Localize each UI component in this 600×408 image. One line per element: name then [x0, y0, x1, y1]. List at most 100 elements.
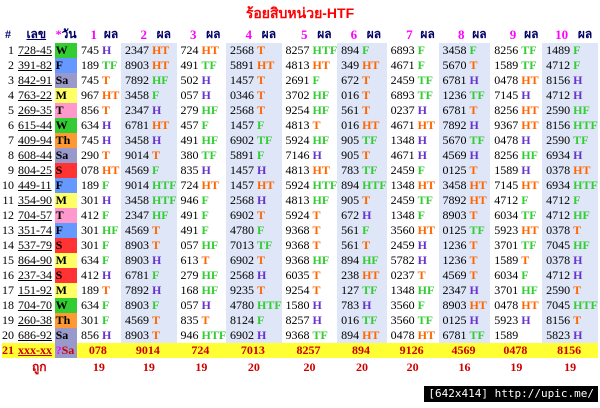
result-hit-code: HF [200, 133, 227, 148]
summary-value: 078 [76, 343, 122, 358]
result-hit-code: TF [361, 163, 387, 178]
result-hit-code: T [256, 43, 282, 58]
result-hit-code: HTF [311, 178, 338, 193]
result-hit-code: H [256, 163, 282, 178]
summary-value: 4569 [438, 343, 491, 358]
result-hit-code: TF [361, 313, 387, 328]
result-hit-code: T [468, 58, 491, 73]
result-hit-code: H [200, 73, 227, 88]
result-hit-code: H [520, 163, 543, 178]
result-hit-code: F [101, 313, 122, 328]
result-number: 613 [176, 253, 201, 268]
row-index: 18 [2, 298, 14, 312]
result-hit-code: HT [256, 178, 282, 193]
result-number: 9368 [281, 223, 312, 238]
result-number: 3458 [438, 43, 469, 58]
result-hit-code: T [311, 208, 338, 223]
result-number: 6934 [542, 178, 573, 193]
result-number: 127 [337, 283, 362, 298]
result-number: 016 [337, 313, 362, 328]
result-hit-code: HT [361, 328, 387, 343]
row-lek: 260-38 [18, 313, 52, 327]
result-number: 946 [176, 193, 201, 208]
result-number: 3560 [386, 313, 417, 328]
result-hit-code: HT [416, 223, 439, 238]
result-number: 4712 [542, 58, 573, 73]
row-index: 8 [8, 148, 14, 162]
table-row: 13 351-74 F 301 HF 4569 T 491 F 4780 F 9368 T 561 F 356… [2, 223, 598, 238]
result-hit-code: H [101, 268, 122, 283]
result-number: 6893 [386, 43, 417, 58]
result-number: 7013 [226, 238, 257, 253]
result-number: 7892 [121, 283, 151, 298]
result-number: 745 [76, 43, 102, 58]
result-hit-code: TF [311, 328, 338, 343]
result-number: 0237 [386, 268, 417, 283]
result-hit-code: H [200, 163, 227, 178]
summary-value: 7013 [226, 343, 282, 358]
result-number: 1589 [490, 328, 521, 343]
row-index: 6 [8, 118, 14, 132]
result-hit-code: HTF [311, 43, 338, 58]
result-hit-code: TF [468, 328, 491, 343]
result-number: 6902 [226, 253, 257, 268]
result-hit-code: HT [520, 223, 543, 238]
result-hit-code: TF [520, 238, 543, 253]
result-number: 9014 [121, 148, 151, 163]
upload-watermark: [642x414] http://upic.me/ [424, 386, 598, 402]
result-number: 7892 [121, 73, 151, 88]
summary-value: 724 [176, 343, 227, 358]
result-number: 5923 [490, 313, 521, 328]
result-number: 634 [76, 253, 102, 268]
result-hit-code: H [256, 268, 282, 283]
result-hit-code: T [361, 73, 387, 88]
row-index: 16 [2, 268, 14, 282]
row-lek: 842-91 [18, 73, 52, 87]
result-hit-code: HTF [150, 178, 177, 193]
result-number: 4813 [281, 118, 312, 133]
result-hit-code: TF [520, 43, 543, 58]
row-lek: 391-82 [18, 58, 52, 72]
result-number: 2459 [386, 193, 417, 208]
hit-count-value: 20 [386, 358, 439, 376]
result-number: 4712 [542, 268, 573, 283]
result-number: 9254 [281, 103, 312, 118]
header-phl-2: ผล [156, 27, 171, 41]
result-hit-code: H [361, 208, 387, 223]
result-number: 290 [76, 148, 102, 163]
result-number: 0346 [226, 88, 257, 103]
result-hit-code: F [150, 88, 177, 103]
table-row: 20 686-92 Sa 856 H 8903 T 946 HTF 6902 H 9368 TF 894 H… [2, 328, 598, 343]
result-number: 4780 [226, 223, 257, 238]
row-day: Th [54, 133, 77, 148]
result-hit-code: TF [416, 73, 439, 88]
result-number: 1580 [281, 298, 312, 313]
result-hit-code: HT [361, 118, 387, 133]
result-number: 4569 [121, 163, 151, 178]
result-hit-code: T [468, 208, 491, 223]
result-number: 4569 [121, 313, 151, 328]
result-hit-code: HF [150, 73, 177, 88]
result-number: 6781 [438, 103, 469, 118]
row-day: S [54, 163, 77, 178]
result-hit-code: F [572, 193, 598, 208]
result-number: 0478 [386, 328, 417, 343]
row-day: M [54, 283, 77, 298]
result-number: 4712 [542, 208, 573, 223]
result-number: 1348 [386, 133, 417, 148]
result-hit-code: T [361, 103, 387, 118]
header-phl-4: ผล [261, 27, 277, 41]
result-hit-code: T [361, 88, 387, 103]
summary-value: 9126 [386, 343, 439, 358]
result-hit-code: T [311, 238, 338, 253]
row-lek: 615-44 [18, 118, 52, 132]
row-day: F [54, 178, 77, 193]
result-hit-code: T [256, 73, 282, 88]
result-hit-code: H [572, 88, 598, 103]
result-number: 9368 [281, 328, 312, 343]
result-number: 5891 [226, 148, 257, 163]
result-number: 1457 [226, 118, 257, 133]
result-number: 8124 [226, 313, 257, 328]
result-hit-code: HT [200, 43, 227, 58]
result-hit-code: H [468, 313, 491, 328]
